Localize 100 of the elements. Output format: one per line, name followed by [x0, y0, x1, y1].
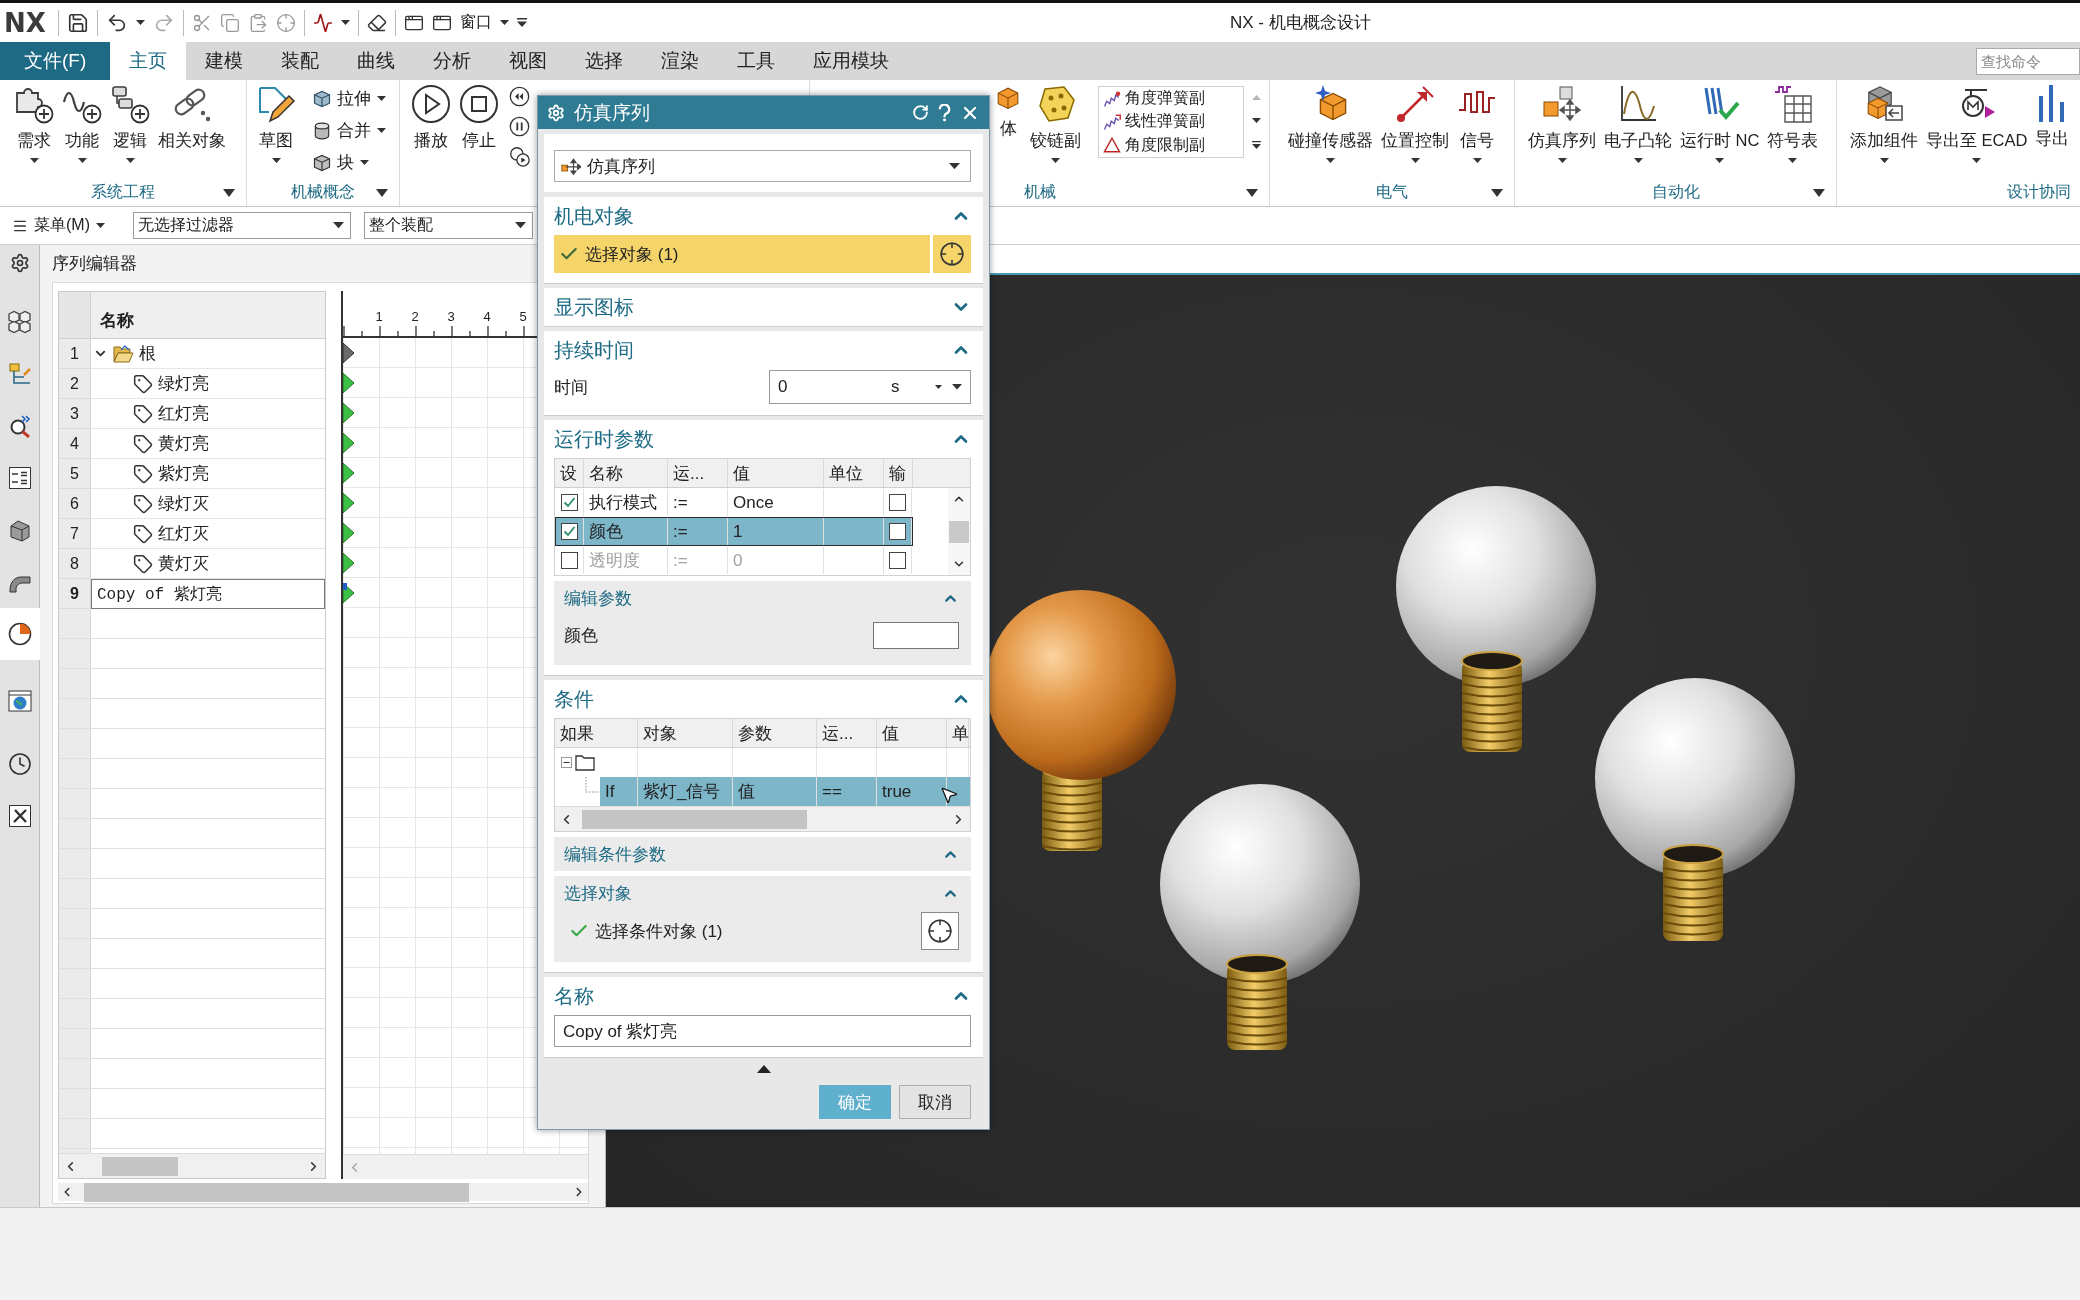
caret-icon[interactable]: [1326, 158, 1335, 164]
search-field[interactable]: 查找命令: [1976, 48, 2080, 75]
ribbon-button[interactable]: 添加组件: [1846, 84, 1922, 152]
type-dropdown[interactable]: 仿真序列: [554, 150, 971, 182]
caret-icon[interactable]: [499, 20, 509, 25]
caret-icon[interactable]: [135, 20, 145, 25]
start-marker-icon[interactable]: [343, 583, 354, 603]
start-marker-icon[interactable]: [343, 463, 354, 483]
cancel-button[interactable]: 取消: [899, 1085, 971, 1119]
caret-icon[interactable]: [1252, 117, 1261, 123]
expand-gallery-icon[interactable]: [1252, 141, 1261, 149]
group-menu-caret-icon[interactable]: [1491, 188, 1503, 197]
ribbon-button[interactable]: 位置控制: [1377, 84, 1453, 152]
caret-icon[interactable]: [29, 158, 39, 164]
horizontal-scrollbar[interactable]: [343, 1154, 588, 1179]
caret-icon[interactable]: [1715, 158, 1725, 164]
caret-icon[interactable]: [1051, 158, 1060, 164]
caret-icon[interactable]: [360, 160, 369, 166]
menu-tab[interactable]: 建模: [186, 42, 263, 80]
assembly-scope-dropdown[interactable]: 整个装配: [364, 212, 533, 239]
name-input[interactable]: Copy of 紫灯亮: [91, 579, 325, 609]
caret-icon[interactable]: [1972, 158, 1982, 164]
name-field[interactable]: Copy of 紫灯亮: [554, 1015, 971, 1047]
checkbox[interactable]: [889, 494, 906, 511]
menu-button[interactable]: 菜单(M): [34, 215, 90, 236]
caret-icon[interactable]: [377, 128, 386, 134]
ribbon-button[interactable]: 拉伸: [312, 88, 371, 110]
group-menu-caret-icon[interactable]: [376, 188, 388, 197]
selection-filter-dropdown[interactable]: 无选择过滤器: [133, 212, 351, 239]
ribbon-button[interactable]: 功能: [58, 84, 106, 152]
horizontal-scrollbar[interactable]: [58, 1183, 588, 1201]
scrollbar-thumb[interactable]: [102, 1156, 178, 1176]
vertical-scrollbar[interactable]: [948, 488, 970, 575]
ribbon-button[interactable]: 停止: [455, 84, 503, 152]
caret-icon[interactable]: [1633, 158, 1643, 164]
caret-icon[interactable]: [1557, 158, 1567, 164]
horizontal-scrollbar[interactable]: [59, 1153, 325, 1178]
checkbox[interactable]: [561, 494, 578, 511]
settings-icon[interactable]: [9, 253, 30, 273]
caret-icon[interactable]: [1472, 158, 1482, 164]
caret-icon[interactable]: [125, 158, 135, 164]
tree-item-label[interactable]: 根: [139, 342, 156, 365]
select-object-button[interactable]: [921, 912, 959, 950]
scrollbar-thumb[interactable]: [84, 1182, 469, 1202]
scissors-icon[interactable]: [191, 12, 212, 33]
tree-item-label[interactable]: 红灯灭: [158, 522, 209, 545]
start-marker-icon[interactable]: [343, 433, 354, 453]
start-marker-icon[interactable]: [343, 493, 354, 513]
ribbon-button[interactable]: 体: [990, 84, 1026, 140]
rewind-icon[interactable]: [509, 86, 530, 107]
color-field[interactable]: [873, 621, 959, 649]
scrollbar-thumb[interactable]: [582, 809, 807, 829]
eraser-icon[interactable]: [366, 12, 387, 33]
ribbon-button[interactable]: 播放: [407, 84, 455, 152]
ribbon-button[interactable]: 逻辑: [106, 84, 154, 152]
crosshair-icon[interactable]: [275, 12, 296, 33]
caret-icon[interactable]: [377, 96, 386, 102]
menu-tab[interactable]: 文件(F): [0, 42, 111, 80]
tree-item-label[interactable]: 红灯亮: [158, 402, 209, 425]
caret-icon[interactable]: [1879, 158, 1889, 164]
tree-item-label[interactable]: 绿灯灭: [158, 492, 209, 515]
signal-wave-icon[interactable]: [312, 12, 333, 33]
ribbon-button[interactable]: 相关对象: [154, 84, 230, 152]
menu-tab[interactable]: 装配: [262, 42, 339, 80]
ribbon-button[interactable]: 碰撞传感器: [1284, 84, 1377, 152]
group-menu-caret-icon[interactable]: [223, 188, 235, 197]
save-icon[interactable]: [66, 11, 89, 34]
ribbon-button[interactable]: 电子凸轮: [1600, 84, 1676, 152]
menu-tab[interactable]: 渲染: [642, 42, 719, 80]
customize-caret-icon[interactable]: [516, 18, 527, 27]
select-object-button[interactable]: [933, 235, 971, 273]
window-menu[interactable]: 窗口: [459, 9, 492, 36]
menu-tab[interactable]: 视图: [490, 42, 567, 80]
ribbon-button[interactable]: 运行时 NC: [1676, 84, 1764, 152]
ribbon-button[interactable]: 铰链副: [1026, 84, 1085, 152]
ribbon-button[interactable]: 合并: [312, 120, 371, 142]
tree-item-label[interactable]: 黄灯亮: [158, 432, 209, 455]
collapse-box-icon[interactable]: [561, 757, 572, 768]
menu-tab[interactable]: 分析: [414, 42, 491, 80]
ribbon-button[interactable]: 草图: [252, 84, 300, 152]
circles-play-icon[interactable]: [509, 146, 530, 167]
start-marker-icon[interactable]: [343, 343, 354, 363]
triangle-up-icon[interactable]: [756, 1065, 771, 1073]
copy-icon[interactable]: [219, 12, 240, 33]
ribbon-button[interactable]: 需求: [10, 84, 58, 152]
tree-item-label[interactable]: 紫灯亮: [158, 462, 209, 485]
ribbon-button[interactable]: 导出: [2031, 84, 2074, 150]
menu-tab[interactable]: 工具: [718, 42, 795, 80]
start-marker-icon[interactable]: [343, 553, 354, 573]
ribbon-button[interactable]: 符号表: [1763, 84, 1823, 152]
tree-item-label[interactable]: 绿灯亮: [158, 372, 209, 395]
resource-tab[interactable]: [0, 608, 40, 660]
caret-icon[interactable]: [1410, 158, 1420, 164]
start-marker-icon[interactable]: [343, 373, 354, 393]
tree-item-label[interactable]: 黄灯灭: [158, 552, 209, 575]
table-row[interactable]: If 紫灯_信号 值 == true: [600, 777, 970, 806]
caret-icon[interactable]: [340, 20, 350, 25]
start-marker-icon[interactable]: [343, 523, 354, 543]
ribbon-button[interactable]: 导出至 ECAD: [1922, 84, 2032, 152]
reset-icon[interactable]: [912, 104, 929, 121]
